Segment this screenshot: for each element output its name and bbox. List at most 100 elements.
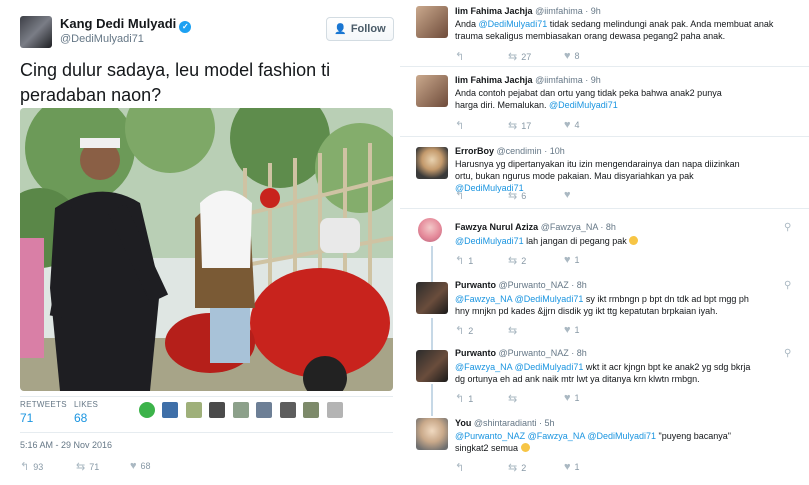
liker-avatar[interactable]: [185, 402, 202, 418]
reply-item[interactable]: Iim Fahima Jachja @iimfahima · 9h Anda c…: [400, 67, 809, 135]
reply-avatar[interactable]: [416, 418, 448, 450]
reply-handle[interactable]: @cendimin: [497, 146, 542, 156]
reply-time[interactable]: · 8h: [600, 222, 616, 232]
follow-label: Follow: [350, 23, 386, 35]
reply-action[interactable]: ↰: [455, 119, 468, 132]
liker-avatar[interactable]: [303, 402, 320, 418]
reply-item[interactable]: ErrorBoy @cendimin · 10h Harusnya yg dip…: [400, 137, 809, 207]
like-action[interactable]: ♥: [564, 189, 575, 201]
reply-item[interactable]: You @shintaradianti · 5h @Purwanto_NAZ @…: [400, 412, 809, 484]
liker-avatar[interactable]: [162, 402, 179, 418]
reply-time[interactable]: · 8h: [571, 280, 587, 290]
reply-time[interactable]: · 9h: [585, 75, 601, 85]
like-action[interactable]: ♥ 1: [564, 324, 580, 336]
reply-avatar[interactable]: [418, 218, 442, 242]
liker-avatar[interactable]: [256, 402, 273, 418]
reply-handle[interactable]: @Purwanto_NAZ: [499, 348, 569, 358]
mention-link[interactable]: @Purwanto_NAZ @Fawzya_NA @DediMulyadi71: [455, 431, 656, 441]
reply-handle[interactable]: @Fawzya_NA: [541, 222, 598, 232]
like-action[interactable]: ♥ 4: [564, 119, 580, 131]
mention-link[interactable]: @DediMulyadi71: [455, 236, 524, 246]
reply-handle[interactable]: @Purwanto_NAZ: [499, 280, 569, 290]
reply-header: ErrorBoy @cendimin · 10h: [455, 146, 565, 156]
reply-action[interactable]: ↰ 1: [455, 392, 473, 405]
author-name[interactable]: Kang Dedi Mulyadi: [60, 16, 176, 31]
retweet-action[interactable]: ⇆ 17: [508, 119, 531, 132]
reply-header: Purwanto @Purwanto_NAZ · 8h: [455, 280, 587, 290]
reply-avatar[interactable]: [416, 147, 448, 179]
reply-time[interactable]: · 8h: [571, 348, 587, 358]
like-action[interactable]: ♥ 1: [564, 254, 580, 266]
retweets-stat[interactable]: RETWEETS 71: [20, 400, 67, 425]
reply-name[interactable]: ErrorBoy: [455, 146, 494, 156]
like-action[interactable]: ♥ 1: [564, 392, 580, 404]
engagement-stats: RETWEETS 71 LIKES 68: [20, 400, 393, 432]
liker-avatar[interactable]: [326, 402, 343, 418]
reply-time[interactable]: · 9h: [585, 6, 601, 16]
reply-name[interactable]: Iim Fahima Jachja: [455, 6, 533, 16]
replies-column: Iim Fahima Jachja @iimfahima · 9h Anda @…: [400, 0, 809, 485]
reply-icon: ↰: [455, 190, 465, 202]
liker-avatar[interactable]: [279, 402, 296, 418]
reply-time[interactable]: · 5h: [539, 418, 555, 428]
retweet-action[interactable]: ⇆ 2: [508, 254, 526, 267]
reply-time[interactable]: · 10h: [544, 146, 565, 156]
reply-icon: ↰: [20, 461, 30, 473]
reply-avatar[interactable]: [416, 6, 448, 38]
reply-name[interactable]: Purwanto: [455, 280, 496, 290]
liker-avatar[interactable]: [209, 402, 226, 418]
reply-text: Anda @DediMulyadi71 tidak sedang melindu…: [455, 19, 774, 41]
reply-item[interactable]: Purwanto @Purwanto_NAZ · 8h ⚲ @Fawzya_NA…: [400, 276, 809, 340]
reply-avatar[interactable]: [416, 350, 448, 382]
reply-item[interactable]: Iim Fahima Jachja @iimfahima · 9h Anda @…: [400, 0, 809, 66]
mention-link[interactable]: @DediMulyadi71: [549, 100, 618, 110]
retweet-action[interactable]: ⇆ 71: [76, 460, 99, 473]
mention-link[interactable]: @DediMulyadi71: [479, 19, 548, 29]
reply-text: @Fawzya_NA @DediMulyadi71 sy ikt rmbngn …: [455, 294, 749, 316]
liker-avatar[interactable]: [139, 402, 155, 418]
mention-link[interactable]: @Fawzya_NA @DediMulyadi71: [455, 294, 583, 304]
reply-action[interactable]: ↰: [455, 461, 468, 474]
like-action[interactable]: ♥ 8: [564, 50, 580, 62]
tweet-timestamp[interactable]: 5:16 AM - 29 Nov 2016: [20, 440, 112, 450]
reply-action[interactable]: ↰ 93: [20, 460, 43, 473]
retweet-action[interactable]: ⇆ 2: [508, 461, 526, 474]
retweets-label: RETWEETS: [20, 400, 67, 409]
reply-avatar[interactable]: [416, 75, 448, 107]
reply-avatar[interactable]: [416, 282, 448, 314]
reply-icon: ↰: [455, 51, 465, 63]
reply-name[interactable]: Purwanto: [455, 348, 496, 358]
follow-button[interactable]: 👤 Follow: [326, 17, 394, 41]
reply-action[interactable]: ↰: [455, 189, 468, 202]
author-avatar[interactable]: [20, 16, 52, 48]
location-pin-icon: ⚲: [784, 348, 792, 359]
retweet-action[interactable]: ⇆ 27: [508, 50, 531, 63]
reply-action[interactable]: ↰ 1: [455, 254, 473, 267]
tweet-photo[interactable]: [20, 108, 393, 391]
reply-name[interactable]: Fawzya Nurul Aziza: [455, 222, 538, 232]
location-pin-icon: ⚲: [784, 222, 792, 233]
retweet-icon: ⇆: [508, 255, 518, 267]
like-action[interactable]: ♥ 68: [130, 460, 151, 472]
reply-handle[interactable]: @iimfahima: [535, 6, 583, 16]
author-handle[interactable]: @DediMulyadi71: [60, 33, 144, 45]
reply-header: Fawzya Nurul Aziza @Fawzya_NA · 8h: [455, 222, 616, 232]
author-name-wrap[interactable]: Kang Dedi Mulyadi ✓: [60, 16, 192, 33]
reply-handle[interactable]: @iimfahima: [535, 75, 583, 85]
reply-item[interactable]: Fawzya Nurul Aziza @Fawzya_NA · 8h ⚲ @De…: [400, 216, 809, 268]
retweet-action[interactable]: ⇆ 6: [508, 189, 526, 202]
reply-handle[interactable]: @shintaradianti: [474, 418, 537, 428]
mention-link[interactable]: @Fawzya_NA @DediMulyadi71: [455, 362, 583, 372]
reply-name[interactable]: You: [455, 418, 471, 428]
reply-item[interactable]: Purwanto @Purwanto_NAZ · 8h ⚲ @Fawzya_NA…: [400, 344, 809, 408]
like-action[interactable]: ♥ 1: [564, 461, 580, 473]
reply-action[interactable]: ↰ 2: [455, 324, 473, 337]
retweet-action[interactable]: ⇆: [508, 324, 521, 337]
likes-stat[interactable]: LIKES 68: [74, 400, 98, 425]
reply-action[interactable]: ↰: [455, 50, 468, 63]
reply-name[interactable]: Iim Fahima Jachja: [455, 75, 533, 85]
liker-avatar[interactable]: [232, 402, 249, 418]
verified-badge-icon: ✓: [179, 21, 192, 33]
retweet-action[interactable]: ⇆: [508, 392, 521, 405]
reply-header: Iim Fahima Jachja @iimfahima · 9h: [455, 75, 601, 85]
